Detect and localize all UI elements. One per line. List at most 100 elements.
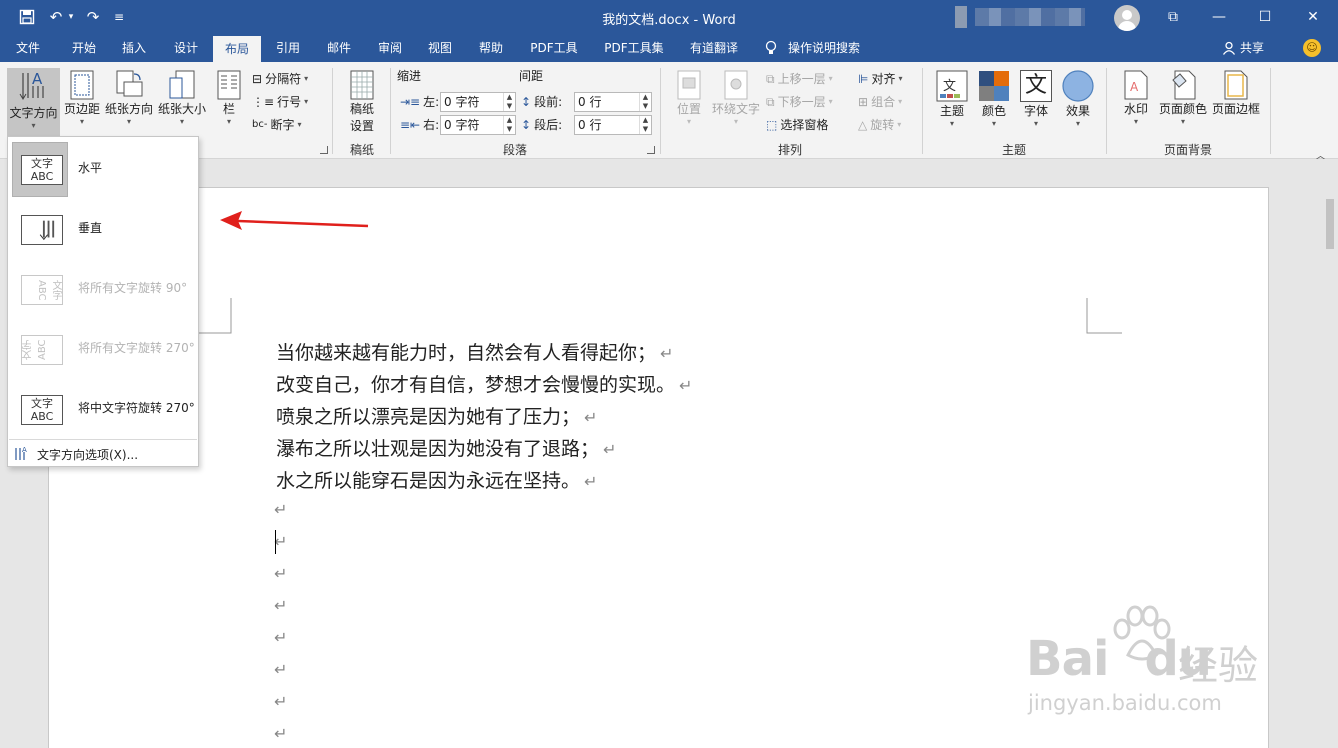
tab-insert[interactable]: 插入 [112, 34, 156, 62]
theme-colors-button[interactable]: 颜色 ▾ [975, 70, 1013, 128]
spinner-arrows-icon[interactable]: ▲ ▼ [503, 116, 515, 134]
avatar[interactable] [1114, 5, 1140, 31]
rotate-button[interactable]: △ 旋转 ▾ [858, 115, 901, 135]
align-button[interactable]: ⊫ 对齐 ▾ [858, 69, 902, 89]
document-line[interactable]: 水之所以能穿石是因为永远在坚持。 ↵ [276, 466, 597, 493]
orientation-button[interactable]: 纸张方向 ▾ [103, 70, 155, 126]
menu-item-rotate-90[interactable]: 文字 ABC 将所有文字旋转 90° [9, 258, 197, 318]
position-button[interactable]: 位置 ▾ [670, 70, 708, 126]
send-backward-button[interactable]: ⧉ 下移一层 ▾ [766, 92, 833, 112]
text-direction-options-item[interactable]: A 文字方向选项(X)... [13, 444, 138, 464]
horizontal-text-thumb: 文字 ABC [12, 142, 68, 197]
tab-layout[interactable]: 布局 [213, 36, 261, 62]
tab-design[interactable]: 设计 [164, 34, 208, 62]
breaks-button[interactable]: ⊟ 分隔符 ▾ [252, 69, 308, 89]
share-button[interactable]: 共享 [1222, 34, 1264, 62]
line-numbers-button[interactable]: ⋮≡ 行号 ▾ [252, 92, 308, 112]
tab-review[interactable]: 审阅 [368, 34, 412, 62]
page-borders-button[interactable]: 页面边框 [1211, 70, 1261, 117]
spacing-after-input[interactable]: 0 行 ▲ ▼ [574, 115, 652, 135]
tell-me-search[interactable]: 操作说明搜索 [764, 34, 860, 62]
spinner-arrows-icon[interactable]: ▲ ▼ [639, 93, 651, 111]
chevron-down-icon: ▾ [686, 117, 691, 126]
bring-forward-icon: ⧉ [766, 72, 775, 86]
vertical-scrollbar[interactable] [1321, 159, 1338, 748]
menu-item-rotate-asian-270[interactable]: 文字 ABC 将中文字符旋转 270° [9, 378, 197, 438]
tab-pdf-toolset[interactable]: PDF工具集 [596, 34, 672, 62]
tab-view[interactable]: 视图 [418, 34, 462, 62]
document-line[interactable]: 喷泉之所以漂亮是因为她有了压力； ↵ [276, 402, 597, 429]
tab-home[interactable]: 开始 [62, 34, 106, 62]
tab-help[interactable]: 帮助 [469, 34, 513, 62]
paragraph-launcher-icon[interactable] [647, 146, 655, 154]
themes-group-label: 主题 [1001, 143, 1026, 157]
wrap-text-button[interactable]: 环绕文字 ▾ [710, 70, 762, 126]
spinner-arrows-icon[interactable]: ▲ ▼ [503, 93, 515, 111]
smiley-feedback-icon[interactable]: ☺ [1303, 39, 1321, 57]
size-label: 纸张大小 [157, 102, 206, 116]
watermark-button[interactable]: A 水印 ▾ [1118, 70, 1154, 126]
tab-pdf-tools[interactable]: PDF工具 [522, 34, 586, 62]
manuscript-setup-button[interactable]: 稿纸 设置 [342, 70, 382, 134]
tab-mailings[interactable]: 邮件 [317, 34, 361, 62]
menu-item-rotate-270[interactable]: 文字 ABC 将所有文字旋转 270° [9, 318, 197, 378]
red-arrow-annotation [220, 211, 369, 230]
scrollbar-thumb[interactable] [1326, 199, 1334, 249]
fonts-label: 字体 [1023, 104, 1048, 118]
chevron-down-icon: ▾ [126, 117, 131, 126]
page-borders-label: 页面边框 [1211, 102, 1260, 116]
watermark-url: jingyan.baidu.com [1028, 691, 1222, 715]
hyphenation-button[interactable]: bc- 断字 ▾ [252, 115, 302, 135]
indent-header: 缩进 [397, 69, 422, 83]
chevron-down-icon: ▾ [1075, 119, 1080, 128]
theme-fonts-button[interactable]: 文 字体 ▾ [1017, 70, 1055, 128]
effects-icon [1062, 70, 1094, 102]
document-line[interactable]: 瀑布之所以壮观是因为她没有了退路； ↵ [276, 434, 616, 461]
columns-button[interactable]: 栏 ▾ [214, 70, 244, 126]
chevron-down-icon: ▾ [1033, 119, 1038, 128]
size-button[interactable]: 纸张大小 ▾ [156, 70, 208, 126]
theme-effects-button[interactable]: 效果 ▾ [1059, 70, 1097, 128]
text-direction-button[interactable]: A 文字方向 ▾ [7, 68, 60, 138]
bring-forward-button[interactable]: ⧉ 上移一层 ▾ [766, 69, 833, 89]
rotate-270-thumb: 文字 ABC [12, 322, 68, 377]
crop-mark-left [196, 298, 232, 334]
line-numbers-label: 行号 [277, 95, 302, 109]
tab-references[interactable]: 引用 [266, 34, 310, 62]
tab-youdao-translate[interactable]: 有道翻译 [682, 34, 746, 62]
menu-item-horizontal[interactable]: 文字 ABC 水平 [9, 138, 197, 198]
indent-left-input[interactable]: 0 字符 ▲ ▼ [440, 92, 516, 112]
ribbon: A 文字方向 ▾ 页边距 ▾ 纸张方向 ▾ 纸张大小 ▾ 栏 ▾ ⊟ 分隔符 ▾ … [0, 62, 1338, 162]
menu-item-label: 水平 [78, 161, 103, 175]
page-color-button[interactable]: 页面颜色 ▾ [1158, 70, 1208, 126]
page-borders-icon [1224, 70, 1248, 100]
page-color-label: 页面颜色 [1158, 102, 1207, 116]
ribbon-display-options-icon[interactable]: ⧉ [1150, 0, 1196, 34]
vertical-text-thumb [12, 202, 68, 257]
document-line[interactable]: 当你越来越有能力时，自然会有人看得起你； ↵ [276, 338, 673, 365]
spacing-before-input[interactable]: 0 行 ▲ ▼ [574, 92, 652, 112]
margins-button[interactable]: 页边距 ▾ [62, 70, 102, 126]
document-line[interactable]: 改变自己，你才有自信，梦想才会慢慢的实现。 ↵ [276, 370, 692, 397]
themes-button[interactable]: 文 主题 ▾ [932, 70, 972, 128]
indent-right-input[interactable]: 0 字符 ▲ ▼ [440, 115, 516, 135]
selection-pane-button[interactable]: ⬚ 选择窗格 [766, 115, 828, 135]
menu-item-label: 将中文字符旋转 270° [78, 401, 195, 415]
group-button[interactable]: ⊞ 组合 ▾ [858, 92, 902, 112]
spinner-arrows-icon[interactable]: ▲ ▼ [639, 116, 651, 134]
tab-file[interactable]: 文件 [6, 34, 50, 62]
spacing-before-icon: ↕ [521, 95, 532, 109]
page-setup-launcher-icon[interactable] [320, 146, 328, 154]
position-label: 位置 [676, 102, 701, 116]
margins-icon [70, 70, 94, 100]
spacing-header: 间距 [519, 69, 544, 83]
group-separator [1106, 68, 1107, 154]
blurred-region [955, 6, 967, 28]
maximize-button[interactable]: ☐ [1242, 0, 1288, 34]
menu-item-vertical[interactable]: 垂直 [9, 198, 197, 258]
minimize-button[interactable]: — [1196, 0, 1242, 34]
watermark-cn: 经验 [1178, 643, 1258, 689]
paragraph-mark-icon: ↵ [584, 408, 598, 427]
close-button[interactable]: ✕ [1290, 0, 1336, 34]
paragraph-mark-icon: ↵ [274, 628, 288, 647]
